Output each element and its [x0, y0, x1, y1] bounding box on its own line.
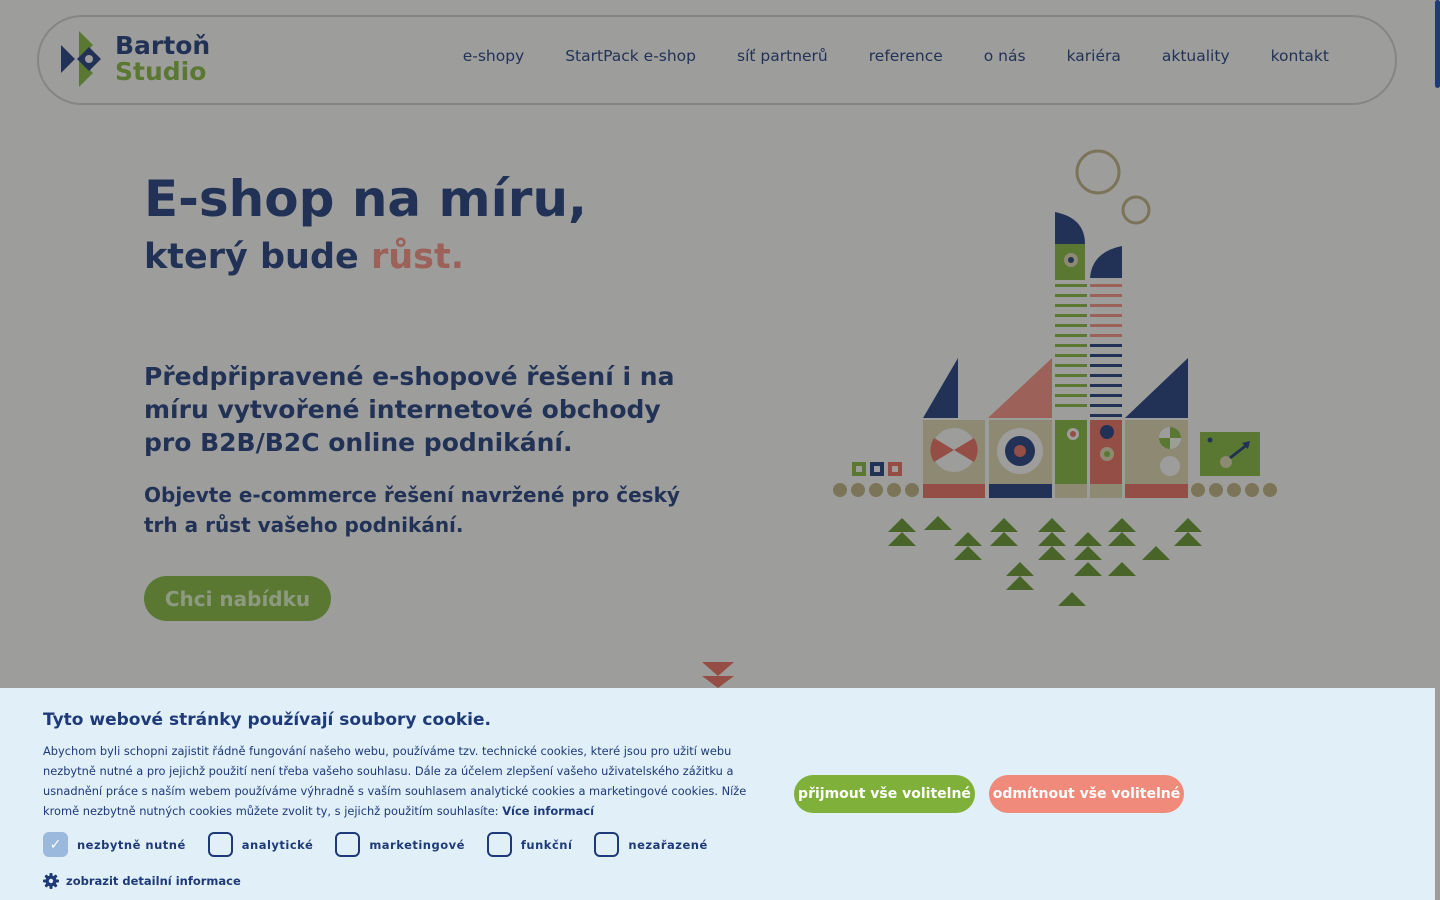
logo-line2: Studio [115, 57, 207, 86]
hero-subtitle-prefix: který bude [144, 237, 359, 277]
hero-sub: Objevte e-commerce řešení navržené pro č… [144, 483, 680, 537]
more-info-link[interactable]: Více informací [502, 804, 594, 818]
main-nav: e-shopy StartPack e-shop síť partnerů re… [463, 47, 1329, 65]
offer-button[interactable]: Chci nabídku [144, 576, 331, 621]
option-label: marketingové [369, 837, 465, 852]
option-label: funkční [520, 837, 573, 852]
nav-reference[interactable]: reference [869, 47, 943, 65]
gear-icon [43, 873, 59, 889]
accept-all-button[interactable]: přijmout vše volitelné [794, 775, 975, 813]
hero-subtitle: který bude růst. [144, 237, 464, 277]
nav-partners[interactable]: síť partnerů [737, 47, 828, 65]
checkbox-necessary[interactable]: ✓ [43, 832, 68, 857]
nav-startpack[interactable]: StartPack e-shop [565, 47, 696, 65]
site-header: Bartoň Studio e-shopy StartPack e-shop s… [37, 15, 1397, 105]
hero-illustration [833, 149, 1277, 606]
option-necessary[interactable]: ✓ nezbytně nutné [43, 832, 186, 857]
checkbox-analytics[interactable] [207, 832, 233, 857]
option-label: nezařazené [628, 837, 708, 852]
checkbox-unclassified[interactable] [594, 832, 620, 857]
cookie-text-body: Abychom byli schopni zajistit řádně fung… [43, 744, 747, 818]
option-functional[interactable]: funkční [486, 832, 573, 857]
option-label: nezbytně nutné [77, 837, 186, 852]
option-label: analytické [241, 837, 314, 852]
show-details-link[interactable]: zobrazit detailní informace [43, 873, 241, 889]
hero-lead: Předpřipravené e-shopové řešení i na mír… [144, 362, 675, 457]
nav-news[interactable]: aktuality [1162, 47, 1230, 65]
check-icon: ✓ [49, 836, 62, 853]
show-details-label: zobrazit detailní informace [66, 874, 241, 888]
nav-eshopy[interactable]: e-shopy [463, 47, 525, 65]
scroll-down-icon[interactable] [702, 662, 734, 688]
checkbox-marketing[interactable] [335, 832, 361, 857]
nav-contact[interactable]: kontakt [1271, 47, 1329, 65]
reject-all-button[interactable]: odmítnout vše volitelné [989, 775, 1184, 813]
cookie-options: ✓ nezbytně nutné analytické marketingové… [43, 832, 730, 857]
nav-about[interactable]: o nás [984, 47, 1026, 65]
option-marketing[interactable]: marketingové [335, 832, 465, 857]
logo-mark-icon [61, 31, 101, 87]
cookie-text: Abychom byli schopni zajistit řádně fung… [43, 741, 783, 821]
nav-career[interactable]: kariéra [1067, 47, 1121, 65]
page-scrollbar[interactable] [1435, 0, 1440, 88]
logo-line1: Bartoň [115, 31, 211, 60]
hero-subtitle-accent: růst. [370, 237, 465, 277]
logo-text: Bartoň Studio [115, 33, 210, 85]
checkbox-functional[interactable] [486, 832, 512, 857]
option-analytics[interactable]: analytické [207, 832, 314, 857]
hero-title: E-shop na míru, [144, 170, 588, 228]
cookie-banner: Tyto webové stránky používají soubory co… [0, 688, 1435, 900]
cookie-title: Tyto webové stránky používají soubory co… [43, 710, 491, 730]
logo[interactable]: Bartoň Studio [61, 31, 210, 87]
option-unclassified[interactable]: nezařazené [594, 832, 707, 857]
